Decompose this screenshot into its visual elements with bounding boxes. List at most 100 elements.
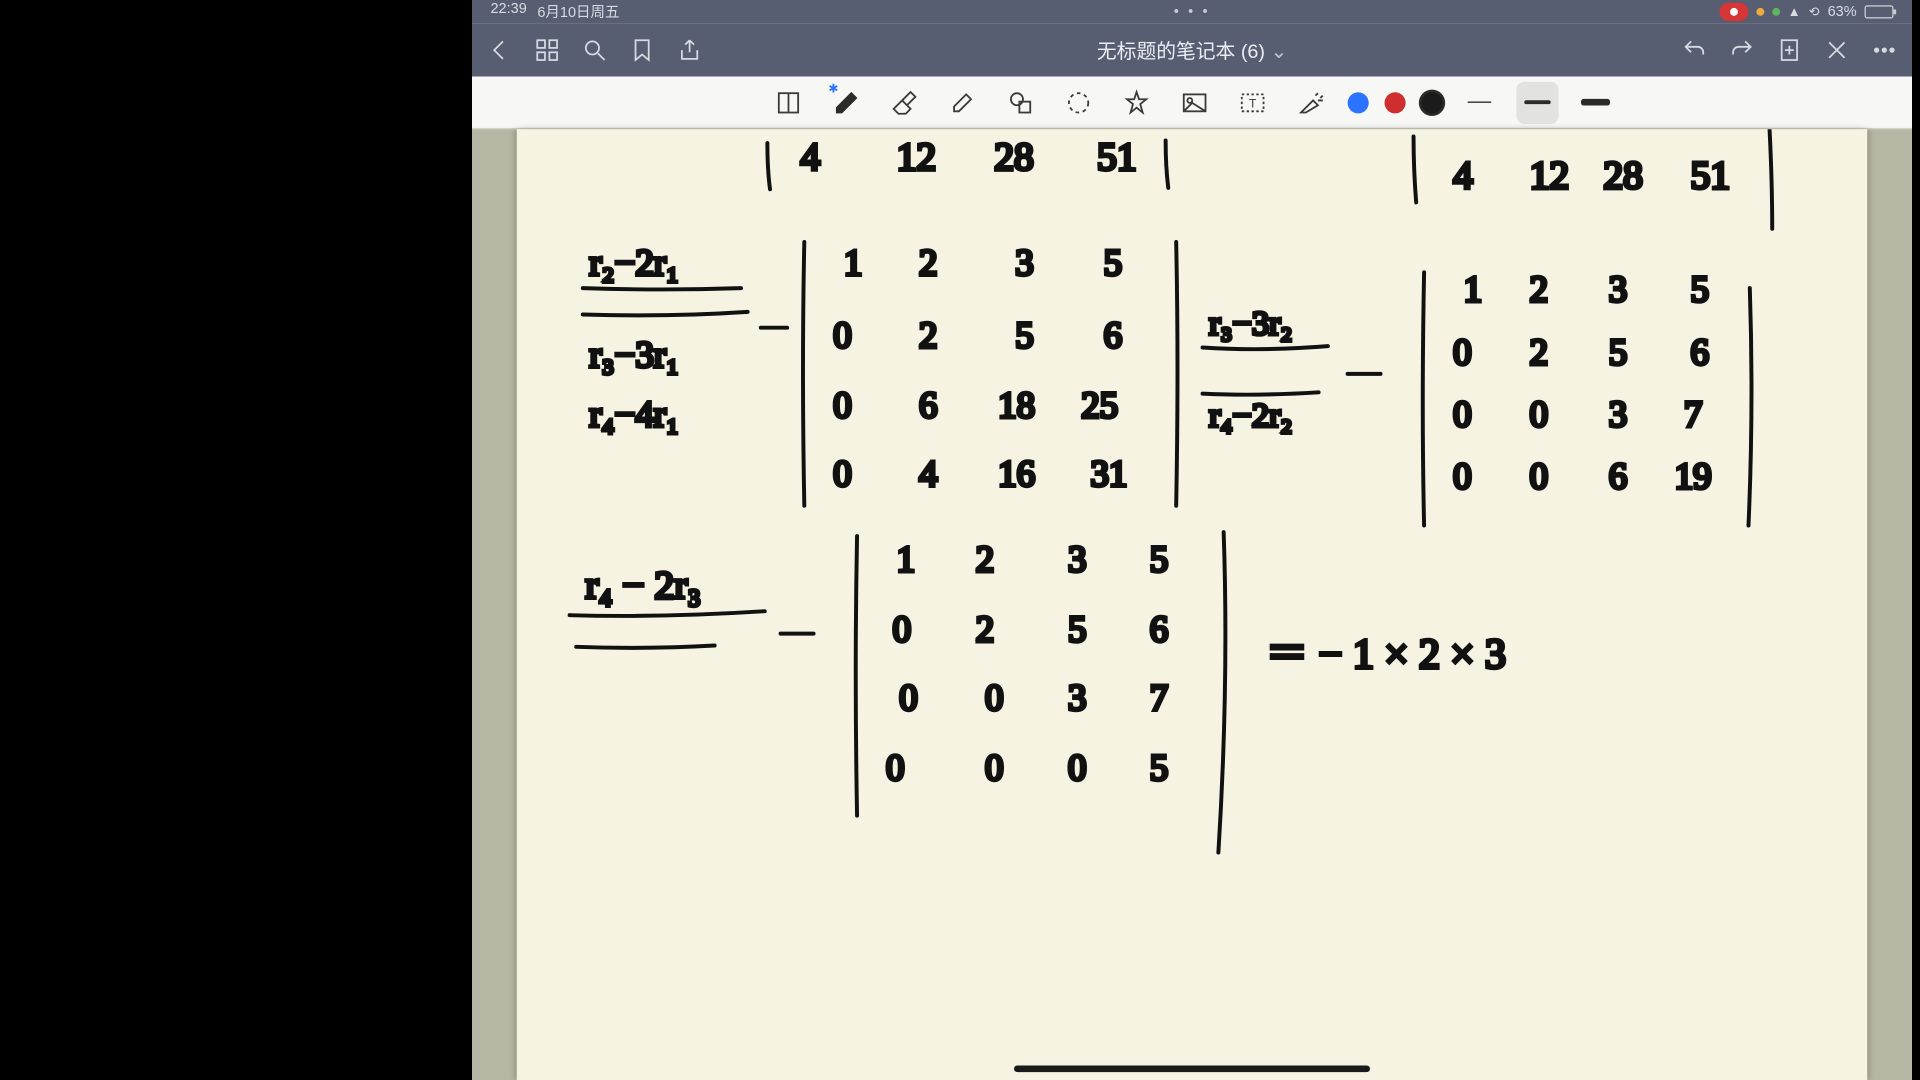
new-page-button[interactable] <box>1775 36 1804 65</box>
note-text: 51 <box>1097 134 1137 178</box>
document-title[interactable]: 无标题的笔记本 (6) ⌄ <box>1097 36 1287 64</box>
tool-bar: ✱ T <box>472 76 1912 129</box>
note-text: 28 <box>994 134 1034 178</box>
grid-view-button[interactable] <box>533 36 562 65</box>
svg-text:0: 0 <box>833 453 851 494</box>
bookmark-button[interactable] <box>628 36 657 65</box>
svg-text:2: 2 <box>919 314 937 355</box>
svg-text:18: 18 <box>998 384 1035 425</box>
svg-text:0: 0 <box>1530 456 1548 497</box>
note-text: 12 <box>1530 153 1570 197</box>
privacy-dot-mic-icon <box>1756 8 1764 16</box>
orientation-lock-icon: ⟲ <box>1809 5 1820 20</box>
svg-text:5: 5 <box>1015 314 1033 355</box>
svg-text:r₄ − 2r₃: r₄ − 2r₃ <box>585 563 701 607</box>
svg-text:0: 0 <box>833 314 851 355</box>
color-black[interactable] <box>1421 92 1442 113</box>
svg-text:5: 5 <box>1150 747 1168 788</box>
battery-icon <box>1865 5 1894 18</box>
svg-text:3: 3 <box>1068 539 1086 580</box>
letterbox-left <box>232 0 472 1080</box>
svg-text:1: 1 <box>844 242 862 283</box>
search-button[interactable] <box>580 36 609 65</box>
status-date: 6月10日周五 <box>537 1 619 22</box>
svg-text:5: 5 <box>1068 609 1086 650</box>
svg-text:0: 0 <box>1068 747 1086 788</box>
svg-text:T: T <box>1249 96 1257 110</box>
result-expression: ＝ − 1 × 2 × 3 <box>1266 631 1506 678</box>
svg-text:6: 6 <box>919 384 937 425</box>
svg-text:5: 5 <box>1104 242 1122 283</box>
status-time: 22:39 <box>490 1 526 22</box>
back-button[interactable] <box>485 36 514 65</box>
canvas-area[interactable]: 4 12 28 51 4 12 28 51 r₂−2r₁ r₃−3r₁ <box>472 129 1912 1080</box>
color-red[interactable] <box>1385 92 1406 113</box>
highlighter-tool[interactable] <box>941 81 983 123</box>
svg-text:0: 0 <box>1453 332 1471 373</box>
wifi-icon: ▲ <box>1788 5 1801 20</box>
svg-text:0: 0 <box>985 677 1003 718</box>
svg-text:1: 1 <box>897 539 915 580</box>
svg-text:0: 0 <box>1453 456 1471 497</box>
svg-text:19: 19 <box>1675 456 1712 497</box>
note-text: 4 <box>800 134 820 178</box>
status-bar: 22:39 6月10日周五 • • • ▲ ⟲ 63% <box>472 0 1912 24</box>
battery-percent: 63% <box>1828 4 1857 20</box>
share-button[interactable] <box>675 36 704 65</box>
text-tool[interactable]: T <box>1232 81 1274 123</box>
stroke-thick[interactable] <box>1574 81 1616 123</box>
svg-text:3: 3 <box>1609 394 1627 435</box>
svg-text:r₃−3r₂: r₃−3r₂ <box>1209 304 1292 342</box>
svg-text:5: 5 <box>1690 268 1708 309</box>
device-frame: 22:39 6月10日周五 • • • ▲ ⟲ 63% <box>472 0 1912 1080</box>
pen-tool[interactable]: ✱ <box>825 81 867 123</box>
handwriting-layer: 4 12 28 51 4 12 28 51 r₂−2r₁ r₃−3r₁ <box>517 129 1867 1080</box>
svg-text:2: 2 <box>976 539 994 580</box>
svg-text:25: 25 <box>1081 384 1118 425</box>
svg-text:1: 1 <box>1464 268 1482 309</box>
shape-tool[interactable] <box>999 81 1041 123</box>
stroke-medium[interactable] <box>1516 81 1558 123</box>
title-dropdown-icon: ⌄ <box>1271 40 1288 62</box>
note-text: 4 <box>1453 153 1473 197</box>
stroke-thin[interactable] <box>1458 81 1500 123</box>
page-margin-left <box>472 129 517 1080</box>
screen-record-pill[interactable] <box>1719 3 1748 21</box>
privacy-dot-camera-icon <box>1772 8 1780 16</box>
svg-text:2: 2 <box>1530 332 1548 373</box>
home-indicator[interactable] <box>1014 1065 1370 1072</box>
note-text: 51 <box>1690 153 1730 197</box>
svg-text:3: 3 <box>1609 268 1627 309</box>
note-text: 28 <box>1603 153 1643 197</box>
svg-text:0: 0 <box>899 677 917 718</box>
svg-text:2: 2 <box>1530 268 1548 309</box>
svg-text:7: 7 <box>1684 394 1702 435</box>
more-button[interactable] <box>1870 36 1899 65</box>
note-text: r₄−4r₁ <box>589 394 679 435</box>
svg-text:0: 0 <box>1453 394 1471 435</box>
page-margin-right <box>1867 129 1912 1080</box>
close-button[interactable] <box>1822 36 1851 65</box>
svg-text:3: 3 <box>1015 242 1033 283</box>
read-mode-button[interactable] <box>767 81 809 123</box>
note-text: r₂−2r₁ <box>589 242 679 283</box>
svg-text:0: 0 <box>886 747 904 788</box>
lasso-tool[interactable] <box>1057 81 1099 123</box>
svg-text:3: 3 <box>1068 677 1086 718</box>
eraser-tool[interactable] <box>883 81 925 123</box>
svg-text:7: 7 <box>1150 677 1168 718</box>
redo-button[interactable] <box>1727 36 1756 65</box>
sticker-tool[interactable] <box>1116 81 1158 123</box>
undo-button[interactable] <box>1680 36 1709 65</box>
svg-text:6: 6 <box>1104 314 1122 355</box>
svg-text:r₄−2r₂: r₄−2r₂ <box>1209 397 1292 435</box>
svg-text:0: 0 <box>893 609 911 650</box>
color-blue[interactable] <box>1348 92 1369 113</box>
note-text: r₃−3r₁ <box>589 334 679 375</box>
svg-text:2: 2 <box>976 609 994 650</box>
letterbox-right <box>1912 0 1920 1080</box>
image-tool[interactable] <box>1174 81 1216 123</box>
svg-text:5: 5 <box>1150 539 1168 580</box>
svg-text:6: 6 <box>1150 609 1168 650</box>
laser-tool[interactable] <box>1290 81 1332 123</box>
